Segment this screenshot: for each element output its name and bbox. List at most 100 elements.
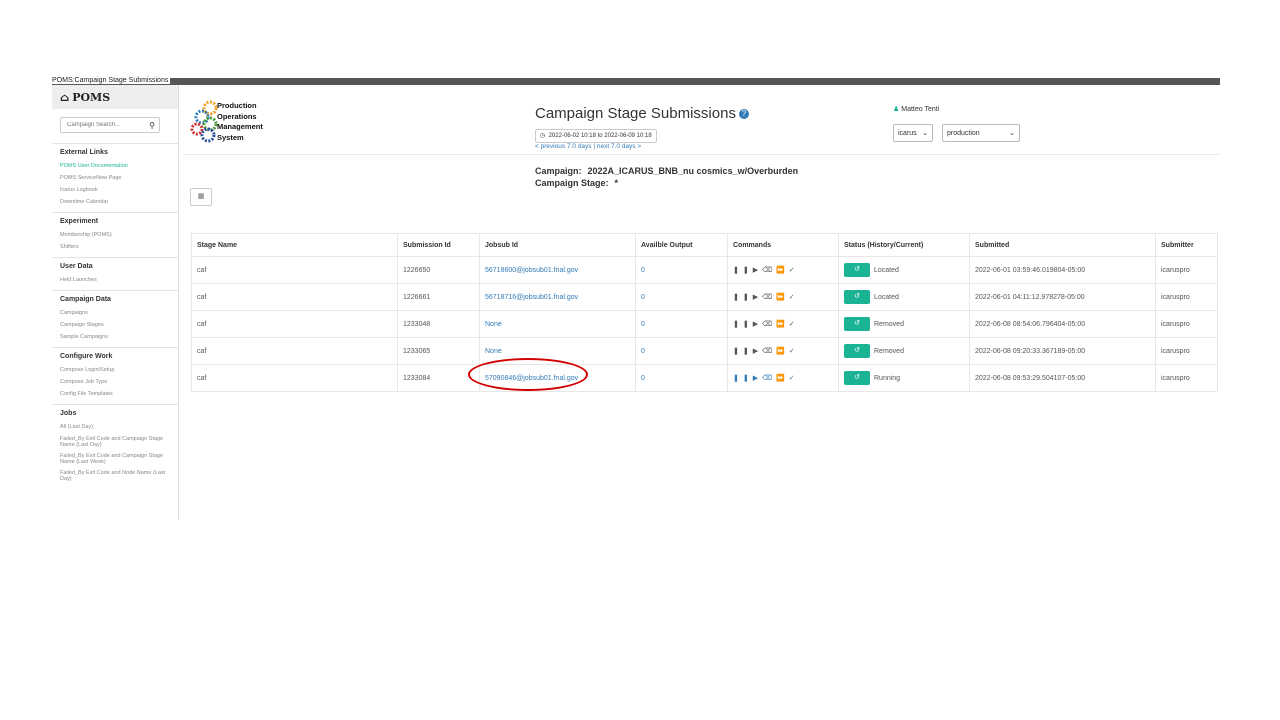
sidebar-item-user-documentation[interactable]: POMS User Documentation	[60, 160, 178, 172]
sidebar-item-campaigns[interactable]: Campaigns	[60, 307, 178, 319]
pause-icon[interactable]: ❚❚	[733, 321, 753, 328]
trash-icon[interactable]: ⌫	[762, 321, 776, 328]
status-cell: ↺ Located	[838, 283, 970, 311]
sidebar: ⌂ POMS ⚲ External Links POMS User Docume…	[52, 85, 179, 520]
browser-window: POMS:Campaign Stage Submissions ⌂ POMS ⚲…	[52, 77, 1220, 520]
play-icon[interactable]: ▶	[753, 375, 762, 382]
submitter-cell: icaruspro	[1155, 364, 1218, 392]
col-stage-name[interactable]: Stage Name	[191, 233, 398, 257]
status-cell: ↺ Removed	[838, 337, 970, 365]
history-button[interactable]: ↺	[844, 371, 870, 385]
trash-icon[interactable]: ⌫	[762, 375, 776, 382]
brand[interactable]: ⌂ POMS	[52, 85, 178, 109]
sidebar-section-configure-work: Configure Work Compose Login/Setup Compo…	[52, 347, 178, 404]
sidebar-item-sample-campaigns[interactable]: Sample Campaigns	[60, 331, 178, 343]
logo-text: Production Operations Management System	[217, 101, 263, 143]
calendar-icon: ▦	[197, 193, 205, 200]
submitter-cell: icaruspro	[1155, 256, 1218, 284]
col-submitter[interactable]: Submitter	[1155, 233, 1218, 257]
sidebar-item-downtime-calendar[interactable]: Downtime Calendar	[60, 196, 178, 208]
jobsub-link[interactable]: None	[485, 348, 502, 355]
output-link[interactable]: 0	[641, 375, 645, 382]
sidebar-item-jobs-all[interactable]: All (Last Day)	[60, 421, 178, 433]
trash-icon[interactable]: ⌫	[762, 294, 776, 301]
pause-icon[interactable]: ❚❚	[733, 267, 753, 274]
history-button[interactable]: ↺	[844, 344, 870, 358]
pause-icon[interactable]: ❚❚	[733, 348, 753, 355]
col-submission-id[interactable]: Submission Id	[397, 233, 480, 257]
submission-id-cell: 1226661	[397, 283, 480, 311]
col-status[interactable]: Status (History/Current)	[838, 233, 970, 257]
submission-id-cell: 1233084	[397, 364, 480, 392]
output-link[interactable]: 0	[641, 321, 645, 328]
sidebar-item-config-templates[interactable]: Config File Templates	[60, 388, 178, 400]
sidebar-item-compose-login[interactable]: Compose Login/Setup	[60, 364, 178, 376]
commands-cell: ❚❚▶⌫⏩✓	[727, 256, 839, 284]
output-link[interactable]: 0	[641, 267, 645, 274]
clock-icon: ◷	[540, 133, 546, 139]
check-icon[interactable]: ✓	[789, 375, 799, 382]
play-icon[interactable]: ▶	[753, 294, 762, 301]
sidebar-item-campaign-stages[interactable]: Campaign Stages	[60, 319, 178, 331]
play-icon[interactable]: ▶	[753, 267, 762, 274]
sidebar-item-shifters[interactable]: Shifters	[60, 241, 178, 253]
trash-icon[interactable]: ⌫	[762, 348, 776, 355]
jobsub-link[interactable]: 56718600@jobsub01.fnal.gov	[485, 267, 578, 274]
calendar-button[interactable]: ▦	[190, 188, 212, 206]
fast-forward-icon[interactable]: ⏩	[776, 348, 789, 355]
fast-forward-icon[interactable]: ⏩	[776, 294, 789, 301]
next-days-link[interactable]: next 7.0 days >	[597, 143, 641, 150]
check-icon[interactable]: ✓	[789, 321, 799, 328]
history-button[interactable]: ↺	[844, 290, 870, 304]
stage-name-cell: caf	[191, 337, 398, 365]
pause-icon[interactable]: ❚❚	[733, 375, 753, 382]
user-icon: ♟	[893, 106, 900, 113]
check-icon[interactable]: ✓	[789, 294, 799, 301]
history-button[interactable]: ↺	[844, 263, 870, 277]
help-icon[interactable]: ?	[738, 109, 749, 120]
pause-icon[interactable]: ❚❚	[733, 294, 753, 301]
commands-cell: ❚❚▶⌫⏩✓	[727, 364, 839, 392]
jobsub-link[interactable]: 56718716@jobsub01.fnal.gov	[485, 294, 578, 301]
output-link[interactable]: 0	[641, 348, 645, 355]
history-button[interactable]: ↺	[844, 317, 870, 331]
experiment-select[interactable]: icarus ⌄	[893, 124, 933, 142]
page-title: Campaign Stage Submissions?	[535, 105, 749, 122]
date-range-picker[interactable]: ◷ 2022-06-02 10:18 to 2022-06-09 10:18	[535, 129, 657, 143]
play-icon[interactable]: ▶	[753, 321, 762, 328]
check-icon[interactable]: ✓	[789, 348, 799, 355]
output-link[interactable]: 0	[641, 294, 645, 301]
fast-forward-icon[interactable]: ⏩	[776, 267, 789, 274]
sidebar-item-failed-node-day[interactable]: Failed_By Exit Code and Node Name (Last …	[60, 470, 178, 482]
col-submitted[interactable]: Submitted	[969, 233, 1156, 257]
sidebar-item-logbook[interactable]: Icarus Logbook	[60, 184, 178, 196]
submitted-cell: 2022-06-08 08:54:06.796404-05:00	[969, 310, 1156, 338]
sidebar-section-external-links: External Links POMS User Documentation P…	[52, 143, 178, 212]
previous-days-link[interactable]: < previous 7.0 days	[535, 143, 592, 150]
fast-forward-icon[interactable]: ⏩	[776, 321, 789, 328]
trash-icon[interactable]: ⌫	[762, 267, 776, 274]
fast-forward-icon[interactable]: ⏩	[776, 375, 789, 382]
sidebar-item-membership[interactable]: Membership (POMS)	[60, 229, 178, 241]
sidebar-item-held-launches[interactable]: Held Launches	[60, 274, 178, 286]
role-select[interactable]: production ⌄	[942, 124, 1020, 142]
check-icon[interactable]: ✓	[789, 267, 799, 274]
table-row: caf 1233048 None 0 ❚❚▶⌫⏩✓ ↺ Removed 2022-…	[191, 310, 1218, 338]
campaign-info: Campaign: 2022A_ICARUS_BNB_nu cosmics_w/O…	[535, 165, 798, 189]
sidebar-item-failed-stage-week[interactable]: Failed_By Exit Code and Campaign Stage N…	[60, 453, 178, 465]
search-icon[interactable]: ⚲	[149, 121, 155, 130]
sidebar-item-failed-stage-day[interactable]: Failed_By Exit Code and Campaign Stage N…	[60, 436, 178, 448]
col-jobsub-id[interactable]: Jobsub Id	[479, 233, 636, 257]
jobsub-link[interactable]: 57090846@jobsub01.fnal.gov	[485, 375, 578, 382]
user-info[interactable]: ♟ Matteo Tenti	[893, 105, 939, 113]
jobsub-link[interactable]: None	[485, 321, 502, 328]
col-available-output[interactable]: Availble Output	[635, 233, 728, 257]
table-header-row: Stage Name Submission Id Jobsub Id Avail…	[191, 233, 1218, 257]
status-cell: ↺ Located	[838, 256, 970, 284]
sidebar-item-servicenow[interactable]: POMS ServiceNow Page	[60, 172, 178, 184]
logo-line: Management	[217, 122, 263, 131]
play-icon[interactable]: ▶	[753, 348, 762, 355]
commands-cell: ❚❚▶⌫⏩✓	[727, 337, 839, 365]
campaign-search-input[interactable]	[67, 122, 145, 128]
sidebar-item-compose-job-type[interactable]: Compose Job Type	[60, 376, 178, 388]
